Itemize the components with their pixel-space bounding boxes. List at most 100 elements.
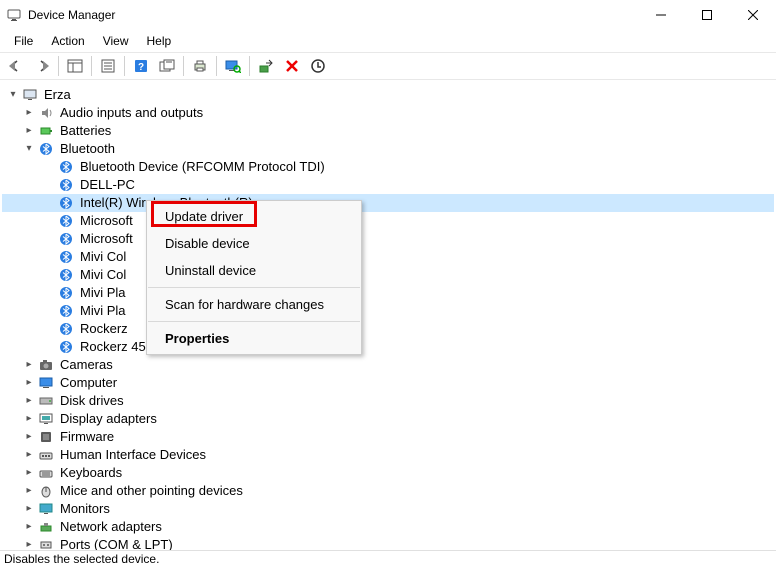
tree-label: Disk drives <box>58 392 126 410</box>
tree-item-hid[interactable]: ▸ Human Interface Devices <box>2 446 774 464</box>
bluetooth-icon <box>58 177 74 193</box>
device-tree[interactable]: ▾ Erza ▸ Audio inputs and outputs ▸ Batt… <box>0 82 776 550</box>
expand-icon[interactable]: ▸ <box>22 538 36 550</box>
bluetooth-icon <box>58 339 74 355</box>
toolbar-separator <box>249 56 250 76</box>
help-button[interactable]: ? <box>129 54 153 78</box>
update-driver-button[interactable] <box>254 54 278 78</box>
tree-label: Firmware <box>58 428 116 446</box>
firmware-icon <box>38 429 54 445</box>
tree-item-monitors[interactable]: ▸ Monitors <box>2 500 774 518</box>
toolbar-separator <box>183 56 184 76</box>
ctx-separator <box>148 287 360 288</box>
collapse-icon[interactable]: ▾ <box>6 88 20 102</box>
expand-icon[interactable]: ▸ <box>22 412 36 426</box>
tree-label: Bluetooth <box>58 140 117 158</box>
tree-label: Mivi Col <box>78 266 128 284</box>
bluetooth-icon <box>58 159 74 175</box>
tree-item-network-adapters[interactable]: ▸ Network adapters <box>2 518 774 536</box>
tree-item-computer[interactable]: ▸ Computer <box>2 374 774 392</box>
tree-label: Display adapters <box>58 410 159 428</box>
display-icon <box>38 411 54 427</box>
tree-item-bt[interactable]: Rockerz 450 Avrcp Transport <box>2 338 774 356</box>
tree-item-ports[interactable]: ▸ Ports (COM & LPT) <box>2 536 774 550</box>
expand-icon[interactable]: ▸ <box>22 376 36 390</box>
menu-action[interactable]: Action <box>43 32 92 50</box>
tree-label: Mivi Pla <box>78 302 128 320</box>
tree-item-cameras[interactable]: ▸ Cameras <box>2 356 774 374</box>
tree-label: Monitors <box>58 500 112 518</box>
tree-item-bt[interactable]: Mivi Col <box>2 248 774 266</box>
tree-item-disk-drives[interactable]: ▸ Disk drives <box>2 392 774 410</box>
window-title: Device Manager <box>28 8 638 22</box>
ctx-disable-device[interactable]: Disable device <box>147 230 361 257</box>
svg-text:?: ? <box>138 62 144 73</box>
tree-label: Batteries <box>58 122 113 140</box>
tree-item-bt[interactable]: Mivi Col <box>2 266 774 284</box>
maximize-button[interactable] <box>684 0 730 30</box>
camera-icon <box>38 357 54 373</box>
expand-icon[interactable]: ▸ <box>22 430 36 444</box>
ports-icon <box>38 537 54 550</box>
bluetooth-icon <box>58 303 74 319</box>
tree-item-bt[interactable]: Mivi Pla <box>2 284 774 302</box>
computer-icon <box>38 375 54 391</box>
toolbar: ? <box>0 52 776 80</box>
tree-item-audio[interactable]: ▸ Audio inputs and outputs <box>2 104 774 122</box>
tree-root[interactable]: ▾ Erza <box>2 86 774 104</box>
ctx-properties[interactable]: Properties <box>147 325 361 352</box>
tree-item-bt[interactable]: Microsoft <box>2 212 774 230</box>
tree-item-bt[interactable]: Mivi Pla <box>2 302 774 320</box>
tree-item-bt[interactable]: DELL-PC <box>2 176 774 194</box>
tree-item-bt-selected[interactable]: Intel(R) Wireless Bluetooth(R) <box>2 194 774 212</box>
show-hide-tree-button[interactable] <box>63 54 87 78</box>
tree-item-firmware[interactable]: ▸ Firmware <box>2 428 774 446</box>
expand-icon[interactable]: ▸ <box>22 448 36 462</box>
uninstall-device-button[interactable] <box>306 54 330 78</box>
print-button[interactable] <box>188 54 212 78</box>
action-button[interactable] <box>155 54 179 78</box>
tree-item-display-adapters[interactable]: ▸ Display adapters <box>2 410 774 428</box>
close-button[interactable] <box>730 0 776 30</box>
tree-item-bt[interactable]: Rockerz <box>2 320 774 338</box>
forward-button[interactable] <box>30 54 54 78</box>
properties-button[interactable] <box>96 54 120 78</box>
expand-icon[interactable]: ▸ <box>22 466 36 480</box>
expand-icon[interactable]: ▸ <box>22 106 36 120</box>
bluetooth-icon <box>58 195 74 211</box>
ctx-uninstall-device[interactable]: Uninstall device <box>147 257 361 284</box>
ctx-scan-hardware[interactable]: Scan for hardware changes <box>147 291 361 318</box>
tree-item-bluetooth[interactable]: ▾ Bluetooth <box>2 140 774 158</box>
expand-icon[interactable]: ▸ <box>22 520 36 534</box>
bluetooth-icon <box>38 141 54 157</box>
ctx-update-driver[interactable]: Update driver <box>147 203 361 230</box>
expand-icon[interactable]: ▸ <box>22 502 36 516</box>
toolbar-separator <box>216 56 217 76</box>
tree-label: Network adapters <box>58 518 164 536</box>
expand-icon[interactable]: ▸ <box>22 358 36 372</box>
expand-icon[interactable]: ▸ <box>22 484 36 498</box>
tree-item-mice[interactable]: ▸ Mice and other pointing devices <box>2 482 774 500</box>
mouse-icon <box>38 483 54 499</box>
menu-view[interactable]: View <box>95 32 137 50</box>
bluetooth-icon <box>58 231 74 247</box>
menu-file[interactable]: File <box>6 32 41 50</box>
tree-item-bt[interactable]: Microsoft <box>2 230 774 248</box>
tree-item-bt[interactable]: Bluetooth Device (RFCOMM Protocol TDI) <box>2 158 774 176</box>
disable-device-button[interactable] <box>280 54 304 78</box>
tree-item-keyboards[interactable]: ▸ Keyboards <box>2 464 774 482</box>
tree-label: Human Interface Devices <box>58 446 208 464</box>
expand-icon[interactable]: ▸ <box>22 394 36 408</box>
menu-bar: File Action View Help <box>0 30 776 52</box>
menu-help[interactable]: Help <box>139 32 180 50</box>
tree-label: Erza <box>42 86 73 104</box>
collapse-icon[interactable]: ▾ <box>22 142 36 156</box>
expand-icon[interactable]: ▸ <box>22 124 36 138</box>
tree-item-batteries[interactable]: ▸ Batteries <box>2 122 774 140</box>
back-button[interactable] <box>4 54 28 78</box>
tree-label: Audio inputs and outputs <box>58 104 205 122</box>
scan-hardware-button[interactable] <box>221 54 245 78</box>
tree-label: DELL-PC <box>78 176 137 194</box>
bluetooth-icon <box>58 285 74 301</box>
minimize-button[interactable] <box>638 0 684 30</box>
